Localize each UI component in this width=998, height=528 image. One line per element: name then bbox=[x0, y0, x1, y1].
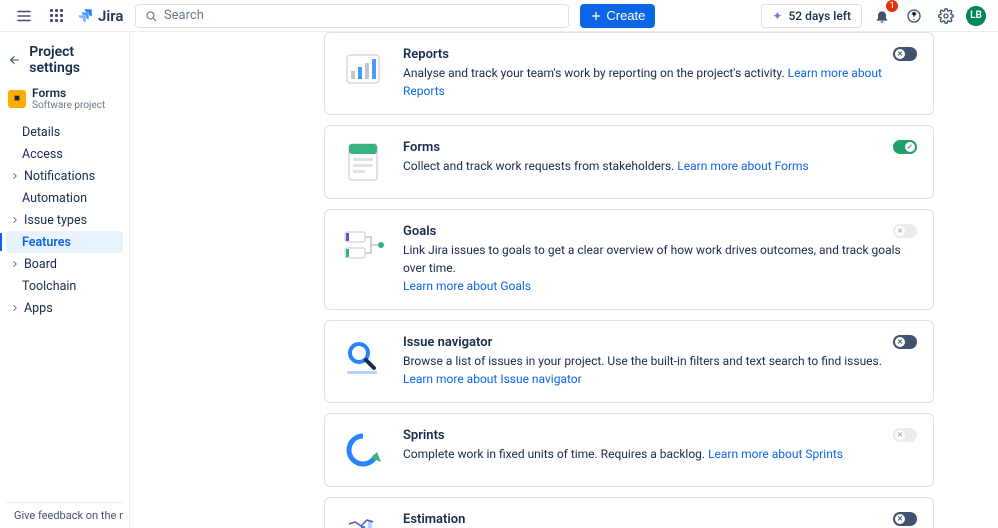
topbar: Jira Search Create ✦ 52 days left 1 LB bbox=[0, 0, 998, 32]
learn-more-link[interactable]: Learn more about Goals bbox=[403, 279, 531, 293]
main-content: Reports Analyse and track your team's wor… bbox=[130, 32, 998, 528]
chevron-right-icon bbox=[10, 171, 20, 181]
back-to-project[interactable]: Project settings bbox=[6, 42, 123, 84]
learn-more-link[interactable]: Learn more about Forms bbox=[677, 159, 808, 173]
project-type: Software project bbox=[32, 100, 105, 111]
forms-icon bbox=[341, 140, 385, 184]
trial-days-label: 52 days left bbox=[788, 9, 851, 23]
give-feedback-link[interactable]: Give feedback on the n bbox=[6, 502, 123, 528]
plus-icon bbox=[590, 10, 602, 22]
jira-logo-text: Jira bbox=[98, 7, 123, 25]
notifications-icon[interactable]: 1 bbox=[870, 4, 894, 28]
learn-more-link[interactable]: Learn more about Reports bbox=[403, 66, 882, 98]
close-icon: ✕ bbox=[897, 515, 903, 523]
feature-card-goals: Goals Link Jira issues to goals to get a … bbox=[324, 209, 934, 310]
check-icon: ✓ bbox=[907, 143, 913, 151]
sidebar-item-notifications[interactable]: Notifications bbox=[6, 165, 123, 187]
sidebar-item-label: Board bbox=[24, 257, 57, 272]
feature-card-forms: Forms Collect and track work requests fro… bbox=[324, 125, 934, 199]
feature-card-estimation: EstimationCapture expected efforts to pl… bbox=[324, 497, 934, 528]
chevron-right-icon bbox=[10, 259, 20, 269]
feature-title: Forms bbox=[403, 140, 917, 155]
settings-icon[interactable] bbox=[934, 4, 958, 28]
feature-toggle-forms[interactable]: ✓ bbox=[893, 140, 917, 154]
help-icon[interactable] bbox=[902, 4, 926, 28]
close-icon: ✕ bbox=[897, 227, 903, 235]
learn-more-link[interactable]: Learn more about Sprints bbox=[708, 447, 843, 461]
goals-icon bbox=[341, 224, 385, 268]
close-icon: ✕ bbox=[897, 338, 903, 346]
feature-toggle-reports[interactable]: ✕ bbox=[893, 47, 917, 61]
arrow-left-icon bbox=[8, 53, 21, 67]
feature-toggle-goals: ✕ bbox=[893, 224, 917, 238]
feature-card-reports: Reports Analyse and track your team's wor… bbox=[324, 32, 934, 115]
sidebar-item-issue-types[interactable]: Issue types bbox=[6, 209, 123, 231]
feature-title: Goals bbox=[403, 224, 917, 239]
feature-description: Analyse and track your team's work by re… bbox=[403, 64, 917, 100]
issue-navigator-icon bbox=[341, 335, 385, 379]
feature-card-issue-navigator: Issue navigator Browse a list of issues i… bbox=[324, 320, 934, 403]
search-icon bbox=[144, 9, 158, 23]
close-icon: ✕ bbox=[897, 50, 903, 58]
jira-logo[interactable]: Jira bbox=[76, 7, 123, 25]
sidebar-nav: Details Access Notifications Automation Issu… bbox=[6, 121, 123, 319]
learn-more-link[interactable]: Learn more about Issue navigator bbox=[403, 372, 582, 386]
sidebar-item-label: Issue types bbox=[24, 213, 87, 228]
feature-description: Link Jira issues to goals to get a clear… bbox=[403, 241, 917, 295]
feature-toggle-issue-navigator[interactable]: ✕ bbox=[893, 335, 917, 349]
search-input[interactable]: Search bbox=[135, 4, 569, 28]
sidebar-title: Project settings bbox=[29, 44, 123, 76]
feature-toggle-estimation[interactable]: ✕ bbox=[893, 512, 917, 526]
chevron-right-icon bbox=[10, 215, 20, 225]
sidebar-item-label: Access bbox=[22, 147, 63, 162]
sparkle-icon: ✦ bbox=[772, 9, 782, 23]
chevron-right-icon bbox=[10, 303, 20, 313]
feature-description: Collect and track work requests from sta… bbox=[403, 157, 917, 175]
trial-days-button[interactable]: ✦ 52 days left bbox=[761, 4, 862, 28]
feature-title: Issue navigator bbox=[403, 335, 917, 350]
feature-title: Reports bbox=[403, 47, 917, 62]
sidebar-item-apps[interactable]: Apps bbox=[6, 297, 123, 319]
sidebar-item-label: Features bbox=[22, 235, 71, 250]
sidebar: Project settings ■ Forms Software projec… bbox=[0, 32, 130, 528]
sidebar-item-label: Toolchain bbox=[22, 279, 76, 294]
sidebar-item-details[interactable]: Details bbox=[6, 121, 123, 143]
sidebar-item-label: Apps bbox=[24, 301, 53, 316]
feature-description: Complete work in fixed units of time. Re… bbox=[403, 445, 917, 463]
feature-toggle-sprints: ✕ bbox=[893, 428, 917, 442]
sidebar-item-automation[interactable]: Automation bbox=[6, 187, 123, 209]
avatar[interactable]: LB bbox=[966, 6, 986, 26]
feedback-label: Give feedback on the n bbox=[14, 509, 123, 522]
sidebar-item-features[interactable]: Features bbox=[6, 231, 123, 253]
feature-card-sprints: Sprints Complete work in fixed units of t… bbox=[324, 413, 934, 487]
feature-title: Estimation bbox=[403, 512, 917, 527]
app-switcher-icon[interactable] bbox=[44, 4, 68, 28]
feature-description: Browse a list of issues in your project.… bbox=[403, 352, 917, 388]
feature-cards: Reports Analyse and track your team's wor… bbox=[154, 32, 974, 528]
project-chip[interactable]: ■ Forms Software project bbox=[6, 84, 123, 121]
project-icon: ■ bbox=[8, 90, 26, 108]
close-icon: ✕ bbox=[897, 431, 903, 439]
feature-title: Sprints bbox=[403, 428, 917, 443]
sidebar-item-label: Automation bbox=[22, 191, 87, 206]
search-placeholder: Search bbox=[164, 8, 204, 23]
sidebar-item-toolchain[interactable]: Toolchain bbox=[6, 275, 123, 297]
reports-icon bbox=[341, 47, 385, 91]
main-menu-icon[interactable] bbox=[12, 4, 36, 28]
create-button-label: Create bbox=[606, 8, 645, 23]
sidebar-item-board[interactable]: Board bbox=[6, 253, 123, 275]
create-button[interactable]: Create bbox=[580, 4, 655, 28]
sidebar-item-label: Details bbox=[22, 125, 60, 140]
estimation-icon bbox=[341, 512, 385, 528]
sprints-icon bbox=[341, 428, 385, 472]
sidebar-item-access[interactable]: Access bbox=[6, 143, 123, 165]
project-name: Forms bbox=[32, 86, 105, 100]
notification-badge: 1 bbox=[886, 0, 898, 12]
sidebar-item-label: Notifications bbox=[24, 169, 95, 184]
